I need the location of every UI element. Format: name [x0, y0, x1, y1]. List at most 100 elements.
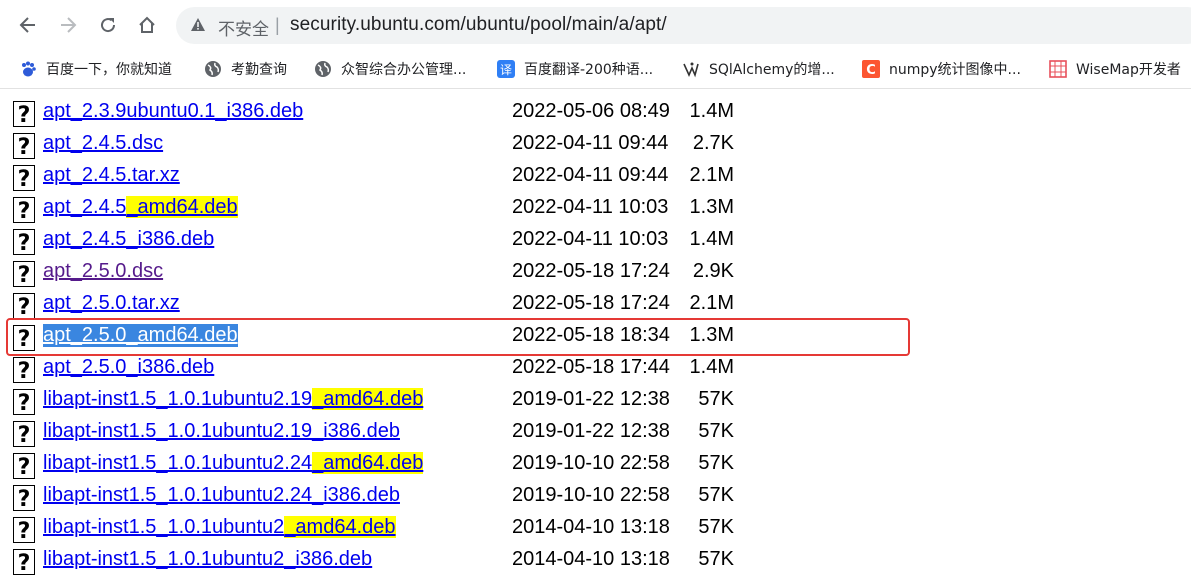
bookmark-baidu-fanyi[interactable]: 译 百度翻译-200种语...	[496, 57, 653, 81]
file-link-text: apt_2.5.0.dsc	[43, 260, 164, 282]
bookmark-zhongzhi[interactable]: 众智综合办公管理...	[313, 57, 466, 81]
file-row: ? apt_2.5.0.dsc 2022-05-18 17:24 2.9K	[0, 257, 1191, 289]
bookmarks-bar: 百度一下，你就知道 考勤查询 众智综合办公管理... 译 百度翻译-200种语.…	[0, 50, 1191, 89]
insecure-label[interactable]: 不安全	[218, 15, 269, 40]
address-bar[interactable]: 不安全 | security.ubuntu.com/ubuntu/pool/ma…	[176, 7, 1191, 44]
svg-text:?: ?	[18, 359, 31, 383]
svg-text:?: ?	[18, 263, 31, 287]
file-modified-date: 2022-04-11 10:03	[512, 196, 669, 218]
unknown-file-icon: ?	[13, 165, 35, 192]
bookmark-kaoqin[interactable]: 考勤查询	[203, 57, 287, 81]
file-link[interactable]: apt_2.5.0.dsc	[43, 260, 163, 283]
svg-text:C: C	[866, 63, 876, 78]
file-link[interactable]: apt_2.5.0_i386.deb	[43, 356, 214, 379]
file-link[interactable]: apt_2.5.0.tar.xz	[43, 292, 180, 315]
search-highlight: _amd64.deb	[126, 196, 238, 218]
csdn-icon: C	[861, 59, 881, 79]
unknown-file-icon: ?	[13, 485, 35, 512]
file-link-text: apt_2.5.0.tar.xz	[43, 292, 180, 314]
file-size: 1.4M	[689, 356, 734, 378]
file-link[interactable]: libapt-inst1.5_1.0.1ubuntu2.24_i386.deb	[43, 484, 400, 507]
svg-text:?: ?	[18, 103, 31, 127]
file-size: 57K	[698, 484, 734, 506]
file-row: ? apt_2.4.5.dsc 2022-04-11 09:44 2.7K	[0, 129, 1191, 161]
bookmark-label: 百度翻译-200种语...	[524, 62, 654, 78]
bookmark-numpy[interactable]: C numpy统计图像中...	[861, 57, 1021, 81]
file-link-text: apt_2.4.5	[43, 196, 127, 218]
file-row: ? libapt-inst1.5_1.0.1ubuntu2_amd64.deb 20…	[0, 513, 1191, 545]
file-link[interactable]: apt_2.4.5.tar.xz	[43, 164, 180, 187]
unknown-file-icon: ?	[13, 133, 35, 160]
svg-text:?: ?	[18, 135, 31, 159]
file-size: 57K	[698, 420, 734, 442]
file-modified-date: 2019-01-22 12:38	[512, 388, 670, 410]
file-link-text: libapt-inst1.5_1.0.1ubuntu2	[43, 516, 285, 538]
forward-button[interactable]	[53, 10, 83, 40]
unknown-file-icon: ?	[13, 421, 35, 448]
unknown-file-icon: ?	[13, 357, 35, 384]
file-size: 2.1M	[689, 164, 734, 186]
home-icon	[139, 16, 155, 33]
file-link-text: libapt-inst1.5_1.0.1ubuntu2.24	[43, 452, 313, 474]
warning-icon	[191, 18, 205, 31]
file-link[interactable]: libapt-inst1.5_1.0.1ubuntu2_i386.deb	[43, 548, 372, 571]
file-link[interactable]: apt_2.4.5_i386.deb	[43, 228, 214, 251]
file-row: ? apt_2.4.5_amd64.deb 2022-04-11 10:03 1.3M	[0, 193, 1191, 225]
file-link-text: apt_2.3.9ubuntu0.1_i386.deb	[43, 100, 304, 122]
reload-icon	[101, 18, 116, 33]
file-row: ? apt_2.5.0.tar.xz 2022-05-18 17:24 2.1M	[0, 289, 1191, 321]
file-size: 1.4M	[689, 100, 734, 122]
unknown-file-icon: ?	[13, 453, 35, 480]
file-modified-date: 2022-05-18 17:44	[512, 356, 670, 378]
file-link-text: apt_2.4.5_i386.deb	[43, 228, 215, 250]
sqlalchemy-icon	[681, 59, 701, 79]
svg-text:?: ?	[18, 551, 31, 575]
browser-toolbar: 不安全 | security.ubuntu.com/ubuntu/pool/ma…	[0, 0, 1191, 50]
svg-text:译: 译	[500, 63, 512, 77]
file-row: ? libapt-inst1.5_1.0.1ubuntu2.19_amd64.de…	[0, 385, 1191, 417]
svg-text:?: ?	[18, 167, 31, 191]
bookmark-sqlalchemy[interactable]: SQlAlchemy的增...	[681, 57, 835, 81]
svg-text:?: ?	[18, 295, 31, 319]
file-modified-date: 2022-05-18 17:24	[512, 292, 670, 314]
back-button[interactable]	[13, 10, 43, 40]
unknown-file-icon: ?	[13, 229, 35, 256]
file-link-text: libapt-inst1.5_1.0.1ubuntu2_i386.deb	[43, 548, 373, 570]
bookmark-wisemap[interactable]: WiseMap开发者	[1048, 57, 1181, 81]
file-modified-date: 2019-01-22 12:38	[512, 420, 670, 442]
file-link-text: apt_2.5.0_i386.deb	[43, 356, 215, 378]
file-link[interactable]: libapt-inst1.5_1.0.1ubuntu2.19_i386.deb	[43, 420, 400, 443]
globe-icon	[313, 59, 333, 79]
svg-text:?: ?	[18, 199, 31, 223]
file-link[interactable]: libapt-inst1.5_1.0.1ubuntu2_amd64.deb	[43, 516, 396, 539]
search-highlight: _amd64.deb	[284, 516, 396, 538]
bookmark-label: 考勤查询	[231, 62, 287, 78]
baidu-paw-icon	[18, 59, 38, 79]
file-link[interactable]: libapt-inst1.5_1.0.1ubuntu2.24_amd64.deb	[43, 452, 424, 475]
file-modified-date: 2014-04-10 13:18	[512, 516, 670, 538]
reload-button[interactable]	[93, 10, 123, 40]
file-row: ? libapt-inst1.5_1.0.1ubuntu2_i386.deb 201…	[0, 545, 1191, 577]
bookmark-label: numpy统计图像中...	[889, 62, 1021, 78]
file-row: ? apt_2.4.5_i386.deb 2022-04-11 10:03 1.4M	[0, 225, 1191, 257]
svg-text:?: ?	[18, 231, 31, 255]
file-modified-date: 2014-04-10 13:18	[512, 548, 670, 570]
file-link[interactable]: apt_2.3.9ubuntu0.1_i386.deb	[43, 100, 303, 123]
search-highlight: _amd64.deb	[312, 388, 424, 410]
file-modified-date: 2019-10-10 22:58	[512, 484, 670, 506]
file-modified-date: 2019-10-10 22:58	[512, 452, 670, 474]
home-button[interactable]	[132, 10, 162, 40]
file-link[interactable]: libapt-inst1.5_1.0.1ubuntu2.19_amd64.deb	[43, 388, 424, 411]
file-row: ? libapt-inst1.5_1.0.1ubuntu2.24_amd64.de…	[0, 449, 1191, 481]
url-text[interactable]: security.ubuntu.com/ubuntu/pool/main/a/a…	[290, 14, 667, 36]
bookmark-baidu[interactable]: 百度一下，你就知道	[18, 57, 172, 81]
unknown-file-icon: ?	[13, 293, 35, 320]
svg-text:?: ?	[18, 455, 31, 479]
file-row: ? libapt-inst1.5_1.0.1ubuntu2.19_i386.deb…	[0, 417, 1191, 449]
file-modified-date: 2022-04-11 09:44	[512, 164, 669, 186]
file-link[interactable]: apt_2.4.5_amd64.deb	[43, 196, 238, 219]
file-link[interactable]: apt_2.4.5.dsc	[43, 132, 163, 155]
file-row: ? apt_2.3.9ubuntu0.1_i386.deb 2022-05-06 0…	[0, 97, 1191, 129]
file-link-text: apt_2.4.5.tar.xz	[43, 164, 180, 186]
file-size: 57K	[698, 516, 734, 538]
